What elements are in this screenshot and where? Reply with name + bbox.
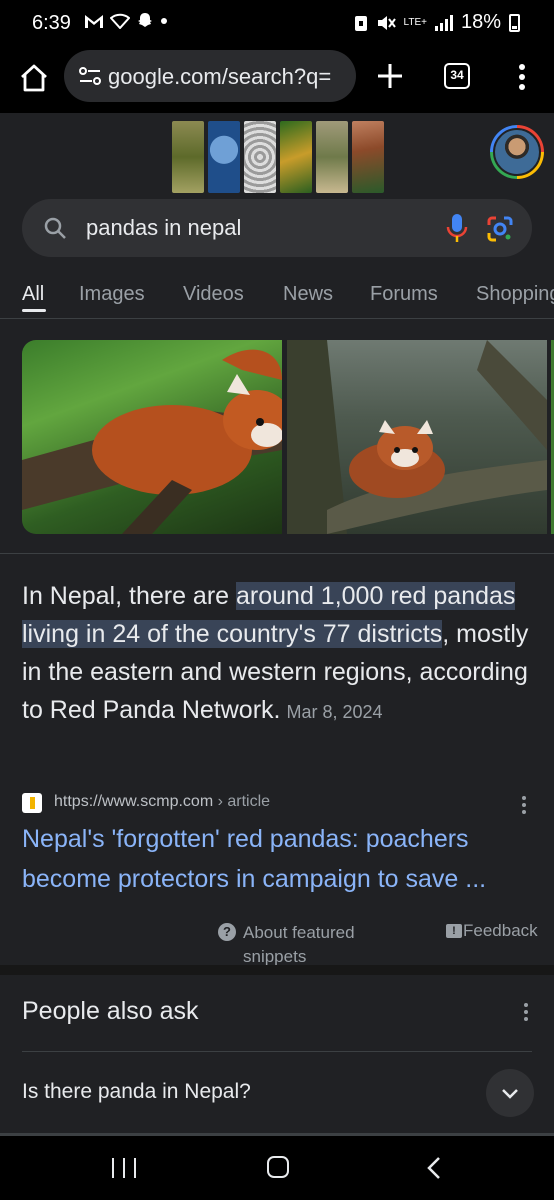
network-type: LTE+ xyxy=(403,16,427,28)
google-lens-icon[interactable] xyxy=(486,215,514,243)
battery-percent: 18% xyxy=(460,11,501,33)
mic-icon[interactable] xyxy=(446,213,468,243)
tab-switcher-button[interactable]: 34 xyxy=(444,63,470,89)
gmail-icon xyxy=(85,15,103,28)
tab-videos[interactable]: Videos xyxy=(183,283,244,306)
doodle-tile xyxy=(172,121,204,193)
paa-expand-button[interactable] xyxy=(486,1069,534,1117)
doodle-tile xyxy=(316,121,348,193)
tab-forums[interactable]: Forums xyxy=(370,283,438,306)
doodle-tile xyxy=(208,121,240,193)
image-carousel[interactable] xyxy=(22,340,554,534)
notification-icons xyxy=(84,12,168,30)
red-panda-illustration xyxy=(22,349,282,534)
result-source[interactable]: https://www.scmp.com › article xyxy=(22,791,532,815)
search-input[interactable]: pandas in nepal xyxy=(22,199,532,257)
browser-toolbar: google.com/search?q= 34 xyxy=(0,46,554,112)
tab-news[interactable]: News xyxy=(283,283,333,306)
result-title-link[interactable]: Nepal's 'forgotten' red pandas: poachers… xyxy=(22,819,542,899)
result-options-icon[interactable] xyxy=(516,795,532,815)
system-nav-bar xyxy=(0,1136,554,1200)
active-tab-indicator xyxy=(22,309,46,312)
section-separator xyxy=(0,965,554,975)
red-panda-image[interactable] xyxy=(287,340,547,534)
recents-icon[interactable] xyxy=(112,1158,136,1178)
tab-images[interactable]: Images xyxy=(79,283,145,306)
divider xyxy=(22,1051,532,1052)
status-time: 6:39 xyxy=(32,12,71,34)
battery-icon xyxy=(509,13,520,32)
chevron-down-icon xyxy=(502,1089,518,1099)
about-featured-snippets-link[interactable]: ? About featured snippets xyxy=(218,921,398,969)
doodle-tile xyxy=(244,121,276,193)
google-doodle[interactable] xyxy=(172,121,384,193)
url-text: google.com/search?q= xyxy=(108,64,332,89)
site-settings-icon[interactable] xyxy=(78,66,102,86)
lock-icon xyxy=(354,15,367,31)
paa-question[interactable]: Is there panda in Nepal? xyxy=(22,1080,251,1104)
doodle-tile xyxy=(352,121,384,193)
avatar[interactable] xyxy=(490,125,544,179)
address-bar[interactable]: google.com/search?q= xyxy=(64,50,356,102)
signal-icon xyxy=(434,14,453,31)
search-tabs: All Images Videos News Forums Shopping xyxy=(0,273,554,319)
dot-icon xyxy=(161,18,167,24)
divider xyxy=(0,553,554,554)
doodle-tile xyxy=(280,121,312,193)
wifi-icon xyxy=(110,13,130,29)
system-icons: LTE+ 18% xyxy=(354,11,520,34)
featured-snippet-text: In Nepal, there are around 1,000 red pan… xyxy=(22,577,532,731)
home-nav-icon[interactable] xyxy=(267,1156,289,1178)
site-favicon-icon xyxy=(22,793,42,813)
snapchat-icon xyxy=(138,13,152,27)
tab-shopping[interactable]: Shopping xyxy=(476,283,554,306)
tab-all[interactable]: All xyxy=(22,283,44,306)
red-panda-image[interactable] xyxy=(22,340,282,534)
search-results-page: pandas in nepal All Images Videos News F… xyxy=(0,113,554,1136)
source-url: https://www.scmp.com › article xyxy=(54,793,271,810)
search-icon xyxy=(44,217,66,239)
back-icon[interactable] xyxy=(424,1156,444,1180)
home-icon[interactable] xyxy=(16,60,52,96)
more-menu-icon[interactable] xyxy=(512,62,532,92)
snippet-text-before: In Nepal, there are xyxy=(22,582,237,610)
feedback-link[interactable]: ! Feedback xyxy=(446,921,538,941)
new-tab-icon[interactable] xyxy=(374,60,406,92)
search-query: pandas in nepal xyxy=(86,215,242,240)
people-also-ask-heading: People also ask xyxy=(22,997,199,1025)
status-bar: 6:39 LTE+ 18% xyxy=(0,0,554,46)
paa-options-icon[interactable] xyxy=(518,1001,534,1023)
feedback-icon: ! xyxy=(446,924,462,938)
help-icon: ? xyxy=(218,923,236,941)
mute-icon xyxy=(377,15,396,30)
snippet-date: Mar 8, 2024 xyxy=(286,702,383,722)
red-panda-illustration xyxy=(287,340,547,534)
